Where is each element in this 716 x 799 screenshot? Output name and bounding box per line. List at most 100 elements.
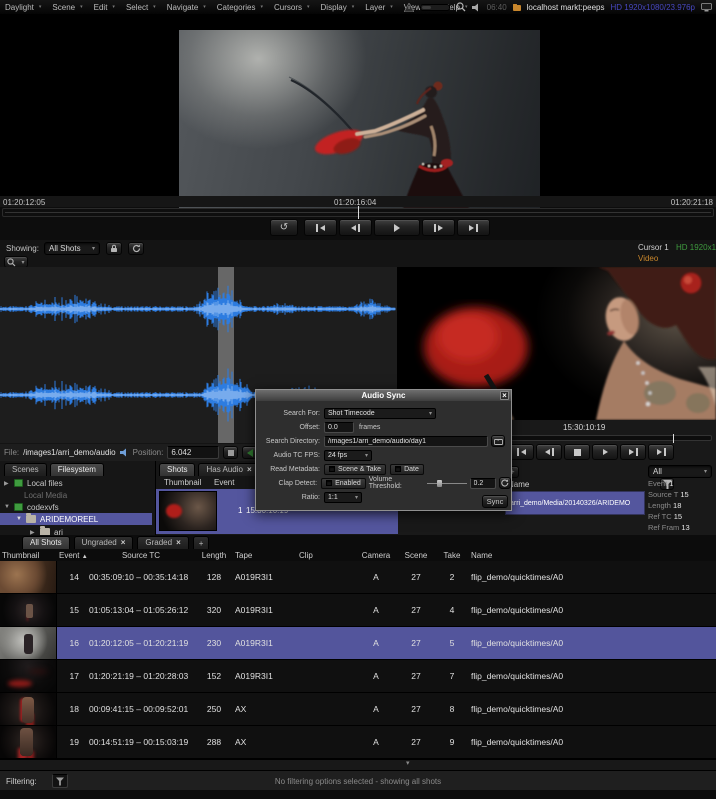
tab-filesystem[interactable]: Filesystem: [50, 463, 104, 476]
menu-select[interactable]: Select▾: [126, 3, 156, 12]
offset-row: Offset: frames: [256, 421, 511, 433]
threshold-slider[interactable]: [427, 478, 465, 488]
sync-button[interactable]: Sync: [482, 495, 508, 508]
ratio-dropdown[interactable]: 1:1▾: [324, 492, 362, 503]
dialog-close-button[interactable]: ×: [500, 391, 509, 400]
menu-display[interactable]: Display▾: [321, 3, 355, 12]
skip-end-button[interactable]: [457, 219, 490, 236]
tab-scenes[interactable]: Scenes: [4, 463, 47, 476]
tab-graded[interactable]: Graded×: [137, 536, 188, 549]
shot-row-18[interactable]: 18 00:09:41:15 – 00:09:52:01 250 AX A 27…: [0, 693, 716, 726]
collapse-icon[interactable]: ▼: [4, 504, 10, 510]
shot-row-15[interactable]: 15 01:05:13:04 – 01:05:26:12 320 A019R3I…: [0, 594, 716, 627]
tree-item-local-media[interactable]: Local Media: [24, 489, 67, 501]
col-tape[interactable]: Tape: [233, 551, 297, 560]
col-name[interactable]: Name: [469, 551, 716, 560]
skip-start-button[interactable]: [304, 219, 337, 236]
tree-item-local-files[interactable]: ▶ Local files: [4, 477, 63, 489]
fps-label: Audio TC FPS:: [256, 452, 320, 459]
step-forward-button[interactable]: [422, 219, 455, 236]
menu-categories[interactable]: Categories▾: [217, 3, 263, 12]
clip-filter-dropdown[interactable]: All▾: [648, 465, 712, 478]
menu-edit[interactable]: Edit▾: [94, 3, 115, 12]
expand-icon[interactable]: ▶: [4, 480, 10, 487]
showing-dropdown[interactable]: All Shots▾: [44, 242, 100, 255]
sync-play-button[interactable]: [592, 444, 618, 460]
stop-icon: [574, 449, 581, 456]
monitor-icon[interactable]: [701, 3, 712, 12]
collapse-arrow-icon[interactable]: ▾: [406, 759, 410, 767]
fps-dropdown[interactable]: 24 fps▾: [324, 450, 372, 461]
metadata-label: Read Metadata:: [256, 466, 320, 473]
main-viewer-video[interactable]: [179, 30, 540, 210]
tab-all-shots[interactable]: All Shots: [22, 536, 70, 549]
col-length[interactable]: Length: [195, 551, 233, 560]
shot-thumbnail: [0, 726, 57, 758]
viewer-tc-current: 01:20:16:04: [334, 198, 376, 207]
tab-ungraded[interactable]: Ungraded×: [74, 536, 134, 549]
lock-button[interactable]: [106, 242, 122, 255]
col-camera[interactable]: Camera: [355, 551, 397, 560]
chevron-down-icon: ▾: [365, 452, 368, 459]
collapse-icon[interactable]: ▼: [16, 516, 22, 522]
chevron-down-icon: ▾: [39, 4, 42, 10]
step-back-button[interactable]: [339, 219, 372, 236]
browse-folder-button[interactable]: [491, 435, 505, 447]
tree-item-codexvfs[interactable]: ▼ codexvfs: [4, 501, 59, 513]
shot-row-16-selected[interactable]: 16 01:20:12:05 – 01:20:21:19 230 A019R3I…: [0, 627, 716, 660]
shots-table-header: Thumbnail Event ▲ Source TC Length Tape …: [0, 550, 716, 561]
viewer-scrubber[interactable]: [2, 208, 714, 217]
menu-cursors[interactable]: Cursors▾: [274, 3, 310, 12]
col-thumbnail[interactable]: Thumbnail: [0, 551, 57, 560]
shot-row-19[interactable]: 19 00:14:51:19 – 00:15:03:19 288 AX A 27…: [0, 726, 716, 759]
audio-file-path: /images1/arri_demo/audio: [23, 448, 116, 457]
col-source-tc[interactable]: Source TC: [87, 551, 195, 560]
speaker-icon[interactable]: [472, 3, 481, 12]
play-button[interactable]: [374, 219, 420, 236]
threshold-reset-button[interactable]: [499, 477, 512, 489]
tab-shots[interactable]: Shots: [159, 463, 195, 476]
date-toggle[interactable]: Date: [390, 464, 424, 475]
position-input[interactable]: [167, 446, 219, 459]
loop-button[interactable]: ↺: [270, 219, 298, 236]
shot-row-17[interactable]: 17 01:20:21:19 – 01:20:28:03 152 A019R3I…: [0, 660, 716, 693]
col-take[interactable]: Take: [435, 551, 469, 560]
panel-splitter[interactable]: ▾: [0, 759, 716, 770]
tab-has-audio[interactable]: Has Audio×: [198, 463, 259, 476]
menu-daylight[interactable]: Daylight▾: [5, 3, 41, 12]
close-icon[interactable]: ×: [121, 538, 126, 547]
sync-scrubber-playhead[interactable]: [673, 434, 674, 443]
col-event[interactable]: Event ▲: [57, 551, 87, 560]
dialog-title-bar[interactable]: Audio Sync ×: [256, 390, 511, 401]
offset-input[interactable]: [324, 422, 354, 433]
viewer-tc-out: 01:20:21:18: [671, 198, 713, 207]
tree-item-aridemoreel[interactable]: ▼ ARIDEMOREEL: [16, 513, 98, 525]
position-options-button[interactable]: [223, 446, 238, 459]
threshold-input[interactable]: [470, 478, 496, 489]
menu-scene[interactable]: Scene▾: [52, 3, 82, 12]
audio-level-slider[interactable]: [420, 4, 450, 11]
col-clip[interactable]: Clip: [297, 551, 355, 560]
sync-timecode: 15:30:10:19: [563, 423, 605, 432]
menu-navigate[interactable]: Navigate▾: [167, 3, 206, 12]
sync-stop-button[interactable]: [564, 444, 590, 460]
search-for-dropdown[interactable]: Shot Timecode▾: [324, 408, 436, 419]
close-icon[interactable]: ×: [247, 465, 252, 474]
menu-layer[interactable]: Layer▾: [365, 3, 393, 12]
search-icon[interactable]: [456, 2, 466, 12]
scene-take-toggle[interactable]: Scene & Take: [324, 464, 386, 475]
refresh-button[interactable]: [128, 242, 144, 255]
sync-skip-end-button[interactable]: [648, 444, 674, 460]
add-tab-button[interactable]: +: [193, 536, 210, 549]
sync-step-back-button[interactable]: [536, 444, 562, 460]
shot-row-14[interactable]: 14 00:35:09:10 – 00:35:14:18 128 A019R3I…: [0, 561, 716, 594]
directory-row: Search Directory:: [256, 435, 511, 447]
col-scene[interactable]: Scene: [397, 551, 435, 560]
slider-knob[interactable]: [437, 480, 442, 487]
sync-clip-row[interactable]: arri_demo/Media/20140326/ARIDEMO: [505, 491, 645, 515]
directory-input[interactable]: [324, 436, 488, 447]
speaker-icon[interactable]: [120, 448, 129, 457]
clap-enabled-toggle[interactable]: Enabled: [321, 478, 366, 489]
sync-step-forward-button[interactable]: [620, 444, 646, 460]
close-icon[interactable]: ×: [176, 538, 181, 547]
